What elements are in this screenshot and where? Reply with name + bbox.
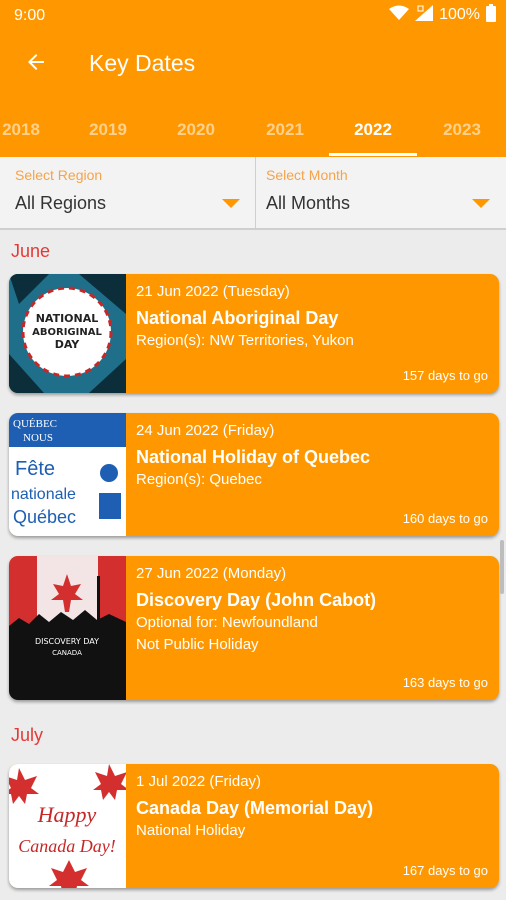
event-thumbnail: DISCOVERY DAY CANADA (9, 556, 126, 700)
event-date: 21 Jun 2022 (Tuesday) (136, 283, 290, 300)
event-thumbnail: Happy Canada Day! (9, 764, 126, 888)
event-regions: Region(s): NW Territories, Yukon (136, 332, 354, 349)
event-optional: Optional for: Newfoundland (136, 614, 318, 631)
thumb-text: Canada Day! (18, 836, 116, 856)
year-tabs: 2018 2019 2020 2021 2022 2023 (0, 108, 506, 156)
wifi-icon (389, 5, 410, 26)
event-card[interactable]: QUÉBEC NOUS Fête nationale Québec 24 Jun… (9, 413, 499, 536)
event-card[interactable]: Happy Canada Day! 1 Jul 2022 (Friday) Ca… (9, 764, 499, 888)
event-date: 1 Jul 2022 (Friday) (136, 773, 262, 790)
page-title: Key Dates (89, 50, 196, 76)
event-holiday-status: Not Public Holiday (136, 636, 259, 653)
month-select-value: All Months (266, 193, 351, 213)
thumb-text: ABORIGINAL (32, 327, 102, 338)
app-bar: 9:00 100% Key Dates 2018 2019 2020 2021 … (0, 0, 506, 157)
thumb-text: Québec (13, 507, 76, 527)
region-select-value: All Regions (15, 193, 107, 213)
region-select-label: Select Region (15, 167, 103, 183)
status-time: 9:00 (14, 7, 46, 24)
tab-2022[interactable]: 2022 (329, 108, 417, 156)
scrollbar[interactable] (500, 540, 504, 594)
signal-icon (415, 4, 434, 26)
thumb-text: Fête (15, 458, 55, 480)
region-select[interactable]: Select Region All Regions (0, 157, 256, 230)
tab-2019[interactable]: 2019 (64, 108, 152, 156)
status-bar: 9:00 100% (0, 0, 506, 30)
event-date: 24 Jun 2022 (Friday) (136, 422, 275, 439)
month-header-july: July (11, 725, 44, 745)
thumb-text: NOUS (23, 432, 53, 444)
event-name: Canada Day (Memorial Day) (136, 798, 374, 818)
event-name: National Aboriginal Day (136, 308, 339, 328)
event-countdown: 157 days to go (402, 368, 488, 383)
event-countdown: 160 days to go (402, 511, 488, 526)
arrow-left-icon (24, 50, 48, 79)
event-holiday-status: National Holiday (136, 822, 246, 839)
battery-level: 100% (439, 6, 480, 23)
filter-bar: Select Region All Regions Select Month A… (0, 157, 506, 230)
caret-down-icon (222, 199, 240, 208)
month-header-june: June (11, 241, 51, 261)
thumb-text: CANADA (52, 649, 82, 657)
back-button[interactable] (18, 46, 54, 82)
thumb-text: DISCOVERY DAY (35, 637, 99, 646)
event-regions: Region(s): Quebec (136, 471, 262, 488)
month-select-label: Select Month (266, 167, 348, 183)
event-thumbnail: NATIONAL ABORIGINAL DAY (9, 274, 126, 393)
event-countdown: 167 days to go (402, 863, 488, 878)
event-thumbnail: QUÉBEC NOUS Fête nationale Québec (9, 413, 126, 536)
thumb-text: nationale (11, 486, 76, 503)
event-name: Discovery Day (John Cabot) (136, 590, 377, 610)
month-select[interactable]: Select Month All Months (257, 157, 506, 230)
event-card[interactable]: DISCOVERY DAY CANADA 27 Jun 2022 (Monday… (9, 556, 499, 700)
tab-2023[interactable]: 2023 (418, 108, 506, 156)
tab-2020[interactable]: 2020 (152, 108, 240, 156)
event-card[interactable]: NATIONAL ABORIGINAL DAY 21 Jun 2022 (Tue… (9, 274, 499, 393)
thumb-text: DAY (55, 338, 81, 351)
tab-2018[interactable]: 2018 (0, 108, 65, 156)
thumb-text: NATIONAL (36, 312, 99, 325)
thumb-text: Happy (37, 802, 97, 827)
status-icons: 100% (389, 3, 496, 27)
event-name: National Holiday of Quebec (136, 447, 371, 467)
battery-icon (486, 3, 496, 27)
event-date: 27 Jun 2022 (Monday) (136, 565, 287, 582)
event-countdown: 163 days to go (402, 675, 488, 690)
thumb-text: QUÉBEC (13, 418, 57, 430)
caret-down-icon (472, 199, 490, 208)
tab-2021[interactable]: 2021 (241, 108, 329, 156)
